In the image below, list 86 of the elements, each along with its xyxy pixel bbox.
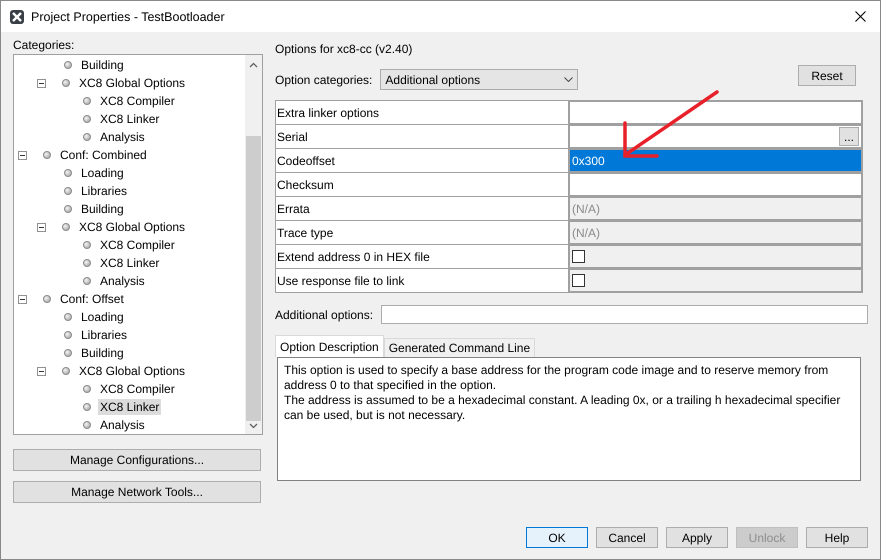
node-icon xyxy=(83,241,91,249)
tree-item[interactable]: XC8 Compiler xyxy=(98,237,177,253)
node-icon xyxy=(62,223,70,231)
browse-button[interactable]: ... xyxy=(839,127,859,146)
categories-label: Categories: xyxy=(13,38,76,52)
node-icon xyxy=(43,151,51,159)
tree-item[interactable]: Loading xyxy=(79,309,126,325)
node-icon xyxy=(64,349,72,357)
additional-options-field[interactable] xyxy=(381,305,868,324)
node-icon xyxy=(83,277,91,285)
property-name: Checksum xyxy=(276,173,568,196)
tree-item[interactable]: Conf: Offset xyxy=(58,291,126,307)
tree-item[interactable]: Analysis xyxy=(98,417,147,433)
node-icon xyxy=(64,187,72,195)
option-categories-label: Option categories: xyxy=(275,72,372,86)
property-name: Use response file to link xyxy=(276,269,568,292)
property-name: Extend address 0 in HEX file xyxy=(276,245,568,268)
node-icon xyxy=(64,331,72,339)
property-name: Trace type xyxy=(276,221,568,244)
node-icon xyxy=(83,385,91,393)
node-icon xyxy=(83,259,91,267)
options-header: Options for xc8-cc (v2.40) xyxy=(275,42,414,56)
tree-item[interactable]: XC8 Linker xyxy=(98,399,162,415)
collapse-icon[interactable] xyxy=(18,294,27,304)
tree-item[interactable]: XC8 Linker xyxy=(98,255,162,271)
dialog-button[interactable]: Help xyxy=(806,527,868,548)
property-name: Serial xyxy=(276,125,568,148)
tree-item[interactable]: XC8 Global Options xyxy=(77,75,188,91)
tree-item[interactable]: Building xyxy=(79,201,126,217)
node-icon xyxy=(64,205,72,213)
scrollbar-thumb[interactable] xyxy=(246,136,261,421)
chevron-down-icon xyxy=(564,77,574,82)
checkbox[interactable] xyxy=(572,250,585,263)
tree-item[interactable]: XC8 Global Options xyxy=(77,363,188,379)
dialog-button[interactable]: Cancel xyxy=(596,527,658,548)
tree-item[interactable]: Analysis xyxy=(98,273,147,289)
property-name: Codeoffset xyxy=(276,149,568,172)
property-value[interactable] xyxy=(569,173,862,196)
node-icon xyxy=(83,133,91,141)
tree-item[interactable]: XC8 Linker xyxy=(98,111,162,127)
node-icon xyxy=(83,421,91,429)
property-value[interactable] xyxy=(569,101,862,124)
tree-item[interactable]: Libraries xyxy=(79,183,130,199)
manage-button[interactable]: Manage Configurations... xyxy=(13,449,261,471)
scroll-up-icon[interactable] xyxy=(249,62,258,68)
tree-item[interactable]: Analysis xyxy=(98,129,147,145)
tree-item[interactable]: XC8 Global Options xyxy=(77,219,188,235)
collapse-icon[interactable] xyxy=(37,366,46,376)
property-value[interactable]: ... xyxy=(569,125,862,148)
tree-item[interactable]: Building xyxy=(79,345,126,361)
tree-item[interactable]: XC8 Compiler xyxy=(98,381,177,397)
collapse-icon[interactable] xyxy=(37,222,46,232)
dialog-button[interactable]: Apply xyxy=(666,527,728,548)
additional-options-label: Additional options: xyxy=(275,308,374,322)
option-categories-dropdown[interactable]: Additional options xyxy=(380,69,578,90)
tree-item[interactable]: Building xyxy=(79,57,126,73)
node-icon xyxy=(83,403,91,411)
tree-item[interactable]: Loading xyxy=(79,165,126,181)
collapse-icon[interactable] xyxy=(37,78,46,88)
node-icon xyxy=(83,115,91,123)
description-text: This option is used to specify a base address for the program code image and to reserve memory from address 0 to that specified in the option. xyxy=(284,363,830,393)
collapse-icon[interactable] xyxy=(18,150,27,160)
node-icon xyxy=(62,367,70,375)
property-value[interactable]: 0x300 xyxy=(569,149,862,172)
scroll-down-icon[interactable] xyxy=(249,423,258,429)
window-title: Project Properties - TestBootloader xyxy=(31,10,226,24)
property-name: Extra linker options xyxy=(276,101,568,124)
node-icon xyxy=(43,295,51,303)
reset-button[interactable]: Reset xyxy=(798,65,856,86)
tree-item[interactable]: Conf: Combined xyxy=(58,147,149,163)
close-icon[interactable] xyxy=(855,11,866,22)
manage-button[interactable]: Manage Network Tools... xyxy=(13,481,261,503)
node-icon xyxy=(62,79,70,87)
tab[interactable]: Option Description xyxy=(275,335,384,357)
tab[interactable]: Generated Command Line xyxy=(384,338,536,357)
node-icon xyxy=(83,97,91,105)
node-icon xyxy=(64,169,72,177)
checkbox[interactable] xyxy=(572,274,585,287)
app-icon xyxy=(9,8,25,24)
description-text: The address is assumed to be a hexadecimal constant. A leading 0x, or a trailing h hexadecimal specifier can be used, but is not necessary. xyxy=(284,393,842,423)
property-name: Errata xyxy=(276,197,568,220)
tree-item[interactable]: Libraries xyxy=(79,327,130,343)
node-icon xyxy=(64,61,72,69)
tree-item[interactable]: XC8 Compiler xyxy=(98,93,177,109)
node-icon xyxy=(64,313,72,321)
dialog-button[interactable]: OK xyxy=(526,527,588,548)
